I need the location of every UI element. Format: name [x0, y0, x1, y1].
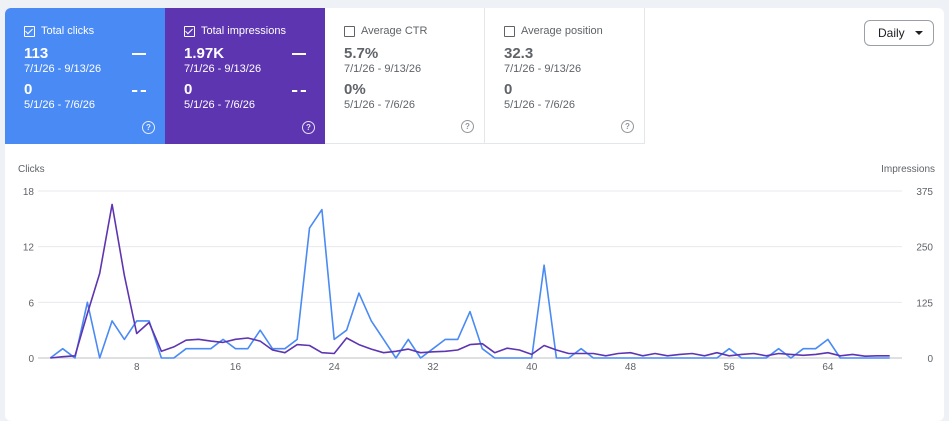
help-icon[interactable]: ?: [461, 120, 474, 133]
x-tick-label: 8: [134, 362, 140, 373]
metric-card-average-ctr[interactable]: Average CTR 5.7% 7/1/26 - 9/13/26 0% 5/1…: [325, 8, 485, 144]
metric-current-range: 7/1/26 - 9/13/26: [184, 63, 262, 75]
help-icon[interactable]: ?: [142, 121, 155, 134]
metric-current-value: 5.7%: [344, 45, 379, 62]
x-tick-label: 40: [526, 362, 538, 373]
left-tick-label: 18: [23, 187, 35, 198]
right-tick-label: 375: [916, 187, 933, 198]
left-tick-label: 6: [28, 298, 34, 309]
chart-grid: [38, 190, 902, 359]
performance-chart: Clicks Impressions 0 6 12 18 0 125 250 375 8 16…: [18, 164, 935, 373]
metric-label: Average position: [521, 25, 603, 37]
metric-current-range: 7/1/26 - 9/13/26: [504, 63, 582, 75]
metric-card-header: Total clicks: [24, 24, 165, 38]
help-icon[interactable]: ?: [621, 120, 634, 133]
period-select-value: Daily: [878, 26, 905, 40]
metric-card-header: Average CTR: [344, 24, 484, 38]
metric-previous-range: 5/1/26 - 7/6/26: [184, 99, 255, 111]
left-tick-label: 0: [28, 354, 34, 365]
metric-previous-value: 0%: [344, 81, 366, 98]
right-axis-label: Impressions: [881, 164, 935, 175]
metric-card-total-clicks[interactable]: Total clicks 113 7/1/26 - 9/13/26 0 5/1/…: [5, 8, 165, 144]
help-icon[interactable]: ?: [302, 121, 315, 134]
metric-card-total-impressions[interactable]: Total impressions 1.97K 7/1/26 - 9/13/26…: [165, 8, 325, 144]
metric-previous-range: 5/1/26 - 7/6/26: [344, 99, 415, 111]
checkbox-icon[interactable]: [24, 25, 35, 37]
metric-label: Average CTR: [361, 25, 428, 37]
x-tick-label: 56: [724, 362, 736, 373]
checkbox-icon[interactable]: [344, 25, 355, 37]
chart-series: [49, 203, 890, 359]
period-select[interactable]: Daily: [864, 20, 934, 46]
impressions-series-line: [50, 203, 890, 359]
right-tick-label: 250: [916, 243, 933, 254]
x-axis-ticks: 8 16 24 32 40 48 56 64: [134, 362, 834, 373]
metric-previous-range: 5/1/26 - 7/6/26: [504, 99, 575, 111]
metric-cards: Total clicks 113 7/1/26 - 9/13/26 0 5/1/…: [5, 8, 645, 144]
metric-current-value: 32.3: [504, 45, 534, 62]
metric-card-header: Total impressions: [184, 24, 325, 38]
left-tick-label: 12: [23, 243, 35, 254]
right-axis-ticks: 0 125 250 375: [916, 187, 933, 365]
metric-card-header: Average position: [504, 24, 644, 38]
x-tick-label: 64: [822, 362, 834, 373]
caret-down-icon: [915, 31, 923, 35]
solid-line-legend-icon: [132, 53, 146, 55]
performance-panel: Total clicks 113 7/1/26 - 9/13/26 0 5/1/…: [5, 8, 944, 421]
dashed-line-legend-icon: [292, 90, 306, 92]
solid-line-legend-icon: [292, 53, 306, 55]
metric-card-average-position[interactable]: Average position 32.3 7/1/26 - 9/13/26 0…: [485, 8, 645, 144]
metric-label: Total impressions: [201, 25, 286, 37]
x-tick-label: 16: [230, 362, 242, 373]
left-axis-ticks: 0 6 12 18: [23, 187, 35, 365]
metric-current-range: 7/1/26 - 9/13/26: [24, 63, 102, 75]
metric-current-range: 7/1/26 - 9/13/26: [344, 63, 422, 75]
x-tick-label: 32: [427, 362, 439, 373]
metric-previous-value: 0: [504, 81, 513, 98]
metric-previous-range: 5/1/26 - 7/6/26: [24, 99, 95, 111]
x-tick-label: 48: [625, 362, 637, 373]
right-tick-label: 0: [927, 354, 933, 365]
metric-label: Total clicks: [41, 25, 95, 37]
checkbox-icon[interactable]: [504, 25, 515, 37]
x-tick-label: 24: [329, 362, 341, 373]
checkbox-icon[interactable]: [184, 25, 195, 37]
dashed-line-legend-icon: [132, 90, 146, 92]
right-tick-label: 125: [916, 298, 933, 309]
left-axis-label: Clicks: [18, 164, 45, 175]
clicks-series-line: [49, 208, 890, 359]
